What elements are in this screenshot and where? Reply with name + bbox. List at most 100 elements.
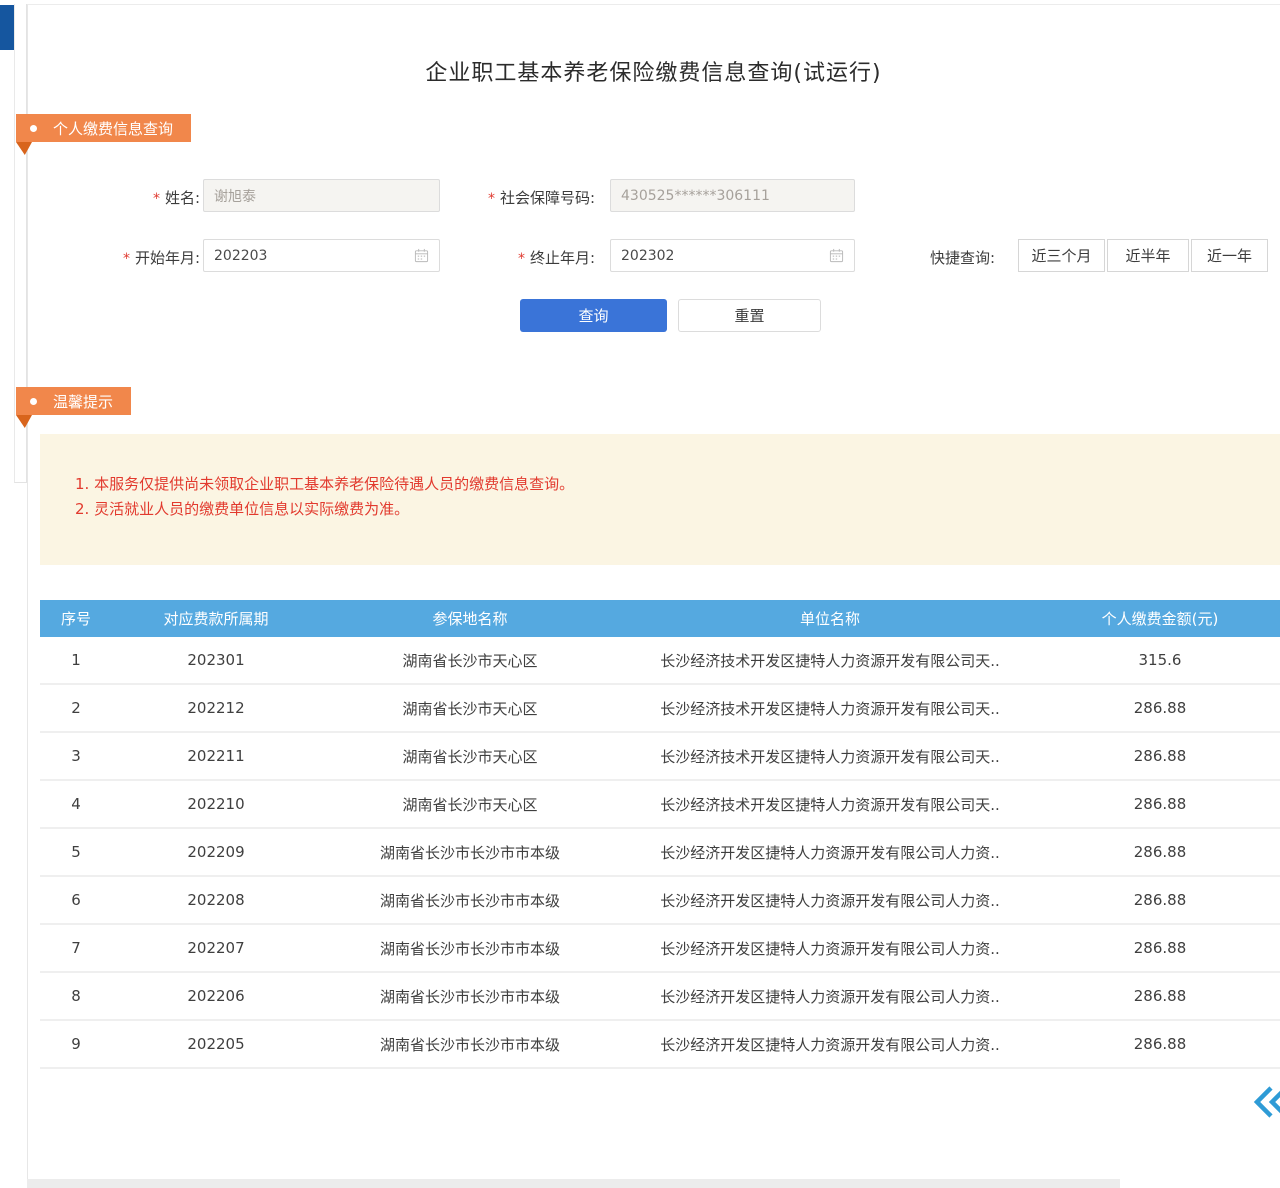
tip-line: 1. 本服务仅提供尚未领取企业职工基本养老保险待遇人员的缴费信息查询。 (75, 472, 1280, 497)
section-badge-label: 温馨提示 (53, 391, 113, 412)
end-month-value: 202302 (621, 248, 674, 264)
table-row: 5202209湖南省长沙市长沙市市本级长沙经济开发区捷特人力资源开发有限公司人力… (40, 829, 1280, 877)
section-badge-label: 个人缴费信息查询 (53, 118, 173, 139)
page-title: 企业职工基本养老保险缴费信息查询(试运行) (27, 55, 1280, 87)
table-cell: 5 (40, 829, 112, 875)
table-cell: 长沙经济开发区捷特人力资源开发有限公司人力资.. (620, 1021, 1040, 1067)
name-input[interactable]: 谢旭泰 (203, 179, 440, 212)
required-asterisk: * (123, 251, 130, 267)
table-cell: 315.6 (1040, 637, 1280, 683)
table-cell: 湖南省长沙市长沙市市本级 (320, 925, 620, 971)
table-cell: 286.88 (1040, 973, 1280, 1019)
page-root: { "title": "企业职工基本养老保险缴费信息查询(试运行)", "sec… (0, 0, 1280, 1188)
table-cell: 202210 (112, 781, 320, 827)
bottom-edge-strip (27, 1179, 1120, 1188)
start-month-label: *开始年月: (78, 247, 200, 268)
table-cell: 湖南省长沙市天心区 (320, 637, 620, 683)
table-cell: 1 (40, 637, 112, 683)
table-cell: 9 (40, 1021, 112, 1067)
quick-option-oneyear[interactable]: 近一年 (1191, 239, 1268, 272)
table-cell: 286.88 (1040, 685, 1280, 731)
table-cell: 8 (40, 973, 112, 1019)
table-cell: 286.88 (1040, 1021, 1280, 1067)
start-month-input[interactable]: 202203 (203, 239, 440, 272)
quick-option-3months[interactable]: 近三个月 (1018, 239, 1105, 272)
name-label: *姓名: (80, 187, 200, 208)
quick-option-halfyear[interactable]: 近半年 (1107, 239, 1189, 272)
quick-query-label: 快捷查询: (930, 247, 1006, 268)
calendar-icon[interactable] (829, 248, 844, 263)
table-header-row: 序号 对应费款所属期 参保地名称 单位名称 个人缴费金额(元) (40, 600, 1280, 637)
ssn-input[interactable]: 430525******306111 (610, 179, 855, 212)
table-cell: 长沙经济开发区捷特人力资源开发有限公司人力资.. (620, 877, 1040, 923)
table-row: 8202206湖南省长沙市长沙市市本级长沙经济开发区捷特人力资源开发有限公司人力… (40, 973, 1280, 1021)
tips-box: 1. 本服务仅提供尚未领取企业职工基本养老保险待遇人员的缴费信息查询。 2. 灵… (40, 434, 1280, 565)
reset-button[interactable]: 重置 (678, 299, 821, 332)
table-cell: 202205 (112, 1021, 320, 1067)
table-cell: 202211 (112, 733, 320, 779)
table-row: 1202301湖南省长沙市天心区长沙经济技术开发区捷特人力资源开发有限公司天..… (40, 637, 1280, 685)
table-cell: 202207 (112, 925, 320, 971)
column-header-region: 参保地名称 (320, 600, 620, 637)
table-cell: 7 (40, 925, 112, 971)
table-row: 3202211湖南省长沙市天心区长沙经济技术开发区捷特人力资源开发有限公司天..… (40, 733, 1280, 781)
required-asterisk: * (518, 251, 525, 267)
table-cell: 湖南省长沙市长沙市市本级 (320, 973, 620, 1019)
column-header-index: 序号 (40, 600, 112, 637)
table-cell: 湖南省长沙市长沙市市本级 (320, 1021, 620, 1067)
required-asterisk: * (488, 191, 495, 207)
results-table: 序号 对应费款所属期 参保地名称 单位名称 个人缴费金额(元) 1202301湖… (40, 600, 1280, 1069)
calendar-icon[interactable] (414, 248, 429, 263)
table-cell: 286.88 (1040, 829, 1280, 875)
table-cell: 2 (40, 685, 112, 731)
required-asterisk: * (153, 191, 160, 207)
table-body: 1202301湖南省长沙市天心区长沙经济技术开发区捷特人力资源开发有限公司天..… (40, 637, 1280, 1069)
table-cell: 长沙经济开发区捷特人力资源开发有限公司人力资.. (620, 973, 1040, 1019)
sidebar-collapsed-tab[interactable] (0, 5, 14, 50)
table-cell: 长沙经济开发区捷特人力资源开发有限公司人力资.. (620, 925, 1040, 971)
table-cell: 3 (40, 733, 112, 779)
table-cell: 湖南省长沙市天心区 (320, 781, 620, 827)
table-cell: 202212 (112, 685, 320, 731)
table-cell: 286.88 (1040, 925, 1280, 971)
name-value: 谢旭泰 (214, 186, 256, 206)
column-header-amount: 个人缴费金额(元) (1040, 600, 1280, 637)
table-cell: 202301 (112, 637, 320, 683)
table-cell: 6 (40, 877, 112, 923)
section-badge-personal-query: 个人缴费信息查询 (16, 114, 191, 142)
table-cell: 202206 (112, 973, 320, 1019)
column-header-employer: 单位名称 (620, 600, 1040, 637)
table-cell: 202209 (112, 829, 320, 875)
table-cell: 4 (40, 781, 112, 827)
table-cell: 湖南省长沙市长沙市市本级 (320, 829, 620, 875)
table-cell: 湖南省长沙市天心区 (320, 733, 620, 779)
table-row: 2202212湖南省长沙市天心区长沙经济技术开发区捷特人力资源开发有限公司天..… (40, 685, 1280, 733)
table-row: 9202205湖南省长沙市长沙市市本级长沙经济开发区捷特人力资源开发有限公司人力… (40, 1021, 1280, 1069)
table-cell: 286.88 (1040, 877, 1280, 923)
table-cell: 长沙经济技术开发区捷特人力资源开发有限公司天.. (620, 685, 1040, 731)
table-cell: 湖南省长沙市天心区 (320, 685, 620, 731)
bullet-dot-icon (30, 125, 37, 132)
section-badge-tips: 温馨提示 (16, 387, 131, 415)
table-row: 4202210湖南省长沙市天心区长沙经济技术开发区捷特人力资源开发有限公司天..… (40, 781, 1280, 829)
tip-line: 2. 灵活就业人员的缴费单位信息以实际缴费为准。 (75, 497, 1280, 522)
table-cell: 202208 (112, 877, 320, 923)
column-header-period: 对应费款所属期 (112, 600, 320, 637)
table-cell: 286.88 (1040, 781, 1280, 827)
table-row: 7202207湖南省长沙市长沙市市本级长沙经济开发区捷特人力资源开发有限公司人力… (40, 925, 1280, 973)
double-chevron-left-icon[interactable] (1250, 1082, 1280, 1122)
table-cell: 286.88 (1040, 733, 1280, 779)
table-cell: 长沙经济技术开发区捷特人力资源开发有限公司天.. (620, 733, 1040, 779)
table-cell: 长沙经济开发区捷特人力资源开发有限公司人力资.. (620, 829, 1040, 875)
table-row: 6202208湖南省长沙市长沙市市本级长沙经济开发区捷特人力资源开发有限公司人力… (40, 877, 1280, 925)
end-month-label: *终止年月: (473, 247, 595, 268)
bullet-dot-icon (30, 398, 37, 405)
table-cell: 长沙经济技术开发区捷特人力资源开发有限公司天.. (620, 781, 1040, 827)
ssn-value: 430525******306111 (621, 188, 770, 204)
table-cell: 长沙经济技术开发区捷特人力资源开发有限公司天.. (620, 637, 1040, 683)
table-cell: 湖南省长沙市长沙市市本级 (320, 877, 620, 923)
start-month-value: 202203 (214, 248, 267, 264)
ssn-label: *社会保障号码: (450, 187, 595, 208)
end-month-input[interactable]: 202302 (610, 239, 855, 272)
query-button[interactable]: 查询 (520, 299, 667, 332)
